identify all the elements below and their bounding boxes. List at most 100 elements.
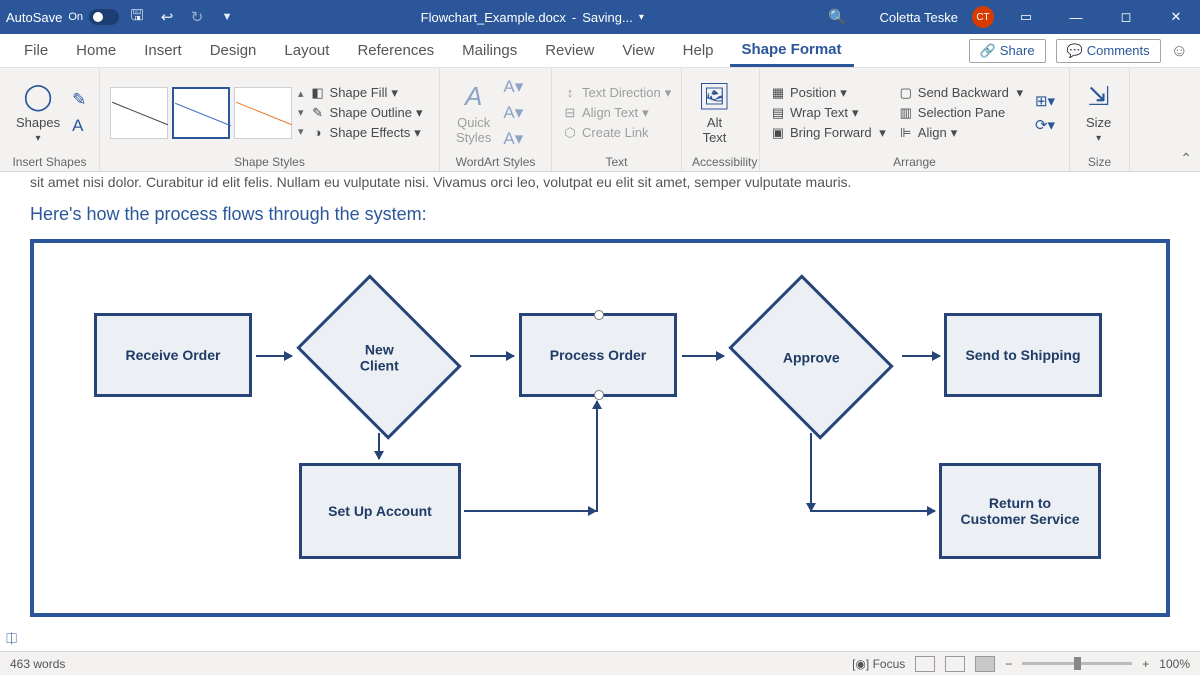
- quick-styles-button[interactable]: A Quick Styles: [450, 79, 497, 147]
- create-link-button[interactable]: ⬡Create Link: [562, 123, 671, 143]
- arrow-3[interactable]: [682, 355, 724, 357]
- comment-icon: 💬: [1067, 43, 1083, 59]
- word-count[interactable]: 463 words: [10, 657, 65, 671]
- pane-icon: ▥: [898, 105, 914, 121]
- chevron-down-icon: ▾: [1096, 133, 1101, 144]
- wordart-icon: A: [465, 81, 482, 112]
- arrow-1[interactable]: [256, 355, 292, 357]
- read-mode-icon[interactable]: [915, 656, 935, 672]
- arrow-2[interactable]: [470, 355, 514, 357]
- style-thumb-3[interactable]: [234, 87, 292, 139]
- style-gallery[interactable]: [110, 87, 292, 139]
- ribbon-display-icon[interactable]: ▭: [1008, 0, 1044, 34]
- print-layout-icon[interactable]: [945, 656, 965, 672]
- node-process-order[interactable]: Process Order: [519, 313, 677, 397]
- minimize-icon[interactable]: —: [1058, 0, 1094, 34]
- group-label: Text: [562, 153, 671, 169]
- group-icon[interactable]: ⊞▾: [1035, 92, 1055, 110]
- autosave-state: On: [68, 11, 83, 23]
- share-button[interactable]: 🔗Share: [969, 39, 1046, 63]
- alt-text-icon: 🖼: [698, 81, 731, 112]
- text-box-icon[interactable]: A: [72, 116, 86, 136]
- redo-icon[interactable]: ↻: [189, 9, 205, 25]
- tab-view[interactable]: View: [610, 36, 666, 65]
- node-approve[interactable]: Approve: [728, 274, 893, 439]
- zoom-out-icon[interactable]: −: [1005, 657, 1012, 671]
- tab-references[interactable]: References: [345, 36, 446, 65]
- align-text-button[interactable]: ⊟Align Text ▾: [562, 103, 671, 123]
- group-insert-shapes: ◯ Shapes ▾ ✎ A Insert Shapes: [0, 68, 100, 171]
- chevron-down-icon[interactable]: ▾: [639, 12, 644, 23]
- alt-text-button[interactable]: 🖼 Alt Text: [692, 79, 737, 147]
- shapes-button[interactable]: ◯ Shapes ▾: [10, 79, 66, 146]
- align-icon: ⊟: [562, 105, 578, 121]
- intro-text: Here's how the process flows through the…: [0, 192, 1200, 233]
- node-new-client[interactable]: New Client: [296, 274, 461, 439]
- document-area: sit amet nisi dolor. Curabitur id elit f…: [0, 172, 1200, 651]
- send-backward-button[interactable]: ▢Send Backward ▾: [898, 83, 1023, 103]
- selection-pane-button[interactable]: ▥Selection Pane: [898, 103, 1023, 123]
- smiley-icon[interactable]: ☺: [1171, 41, 1188, 61]
- wordart-cmds: A▾ A▾ A▾: [503, 77, 523, 149]
- arrow-5[interactable]: [378, 433, 380, 459]
- toggle-icon[interactable]: [89, 9, 119, 25]
- gallery-spinner[interactable]: ▴▾▾: [298, 87, 304, 138]
- tab-design[interactable]: Design: [198, 36, 269, 65]
- shapes-label: Shapes: [16, 115, 60, 130]
- zoom-slider[interactable]: [1022, 662, 1132, 665]
- shape-outline-button[interactable]: ✎Shape Outline ▾: [310, 103, 423, 123]
- user-avatar[interactable]: CT: [972, 6, 994, 28]
- tab-mailings[interactable]: Mailings: [450, 36, 529, 65]
- zoom-level[interactable]: 100%: [1159, 657, 1190, 671]
- node-receive-order[interactable]: Receive Order: [94, 313, 252, 397]
- tab-review[interactable]: Review: [533, 36, 606, 65]
- node-setup-account[interactable]: Set Up Account: [299, 463, 461, 559]
- maximize-icon[interactable]: ◻: [1108, 0, 1144, 34]
- bring-forward-button[interactable]: ▣Bring Forward ▾: [770, 123, 886, 143]
- shape-style-cmds: ◧Shape Fill ▾ ✎Shape Outline ▾ ◑Shape Ef…: [310, 83, 423, 143]
- shape-effects-button[interactable]: ◑Shape Effects ▾: [310, 123, 423, 143]
- wrap-icon: ▤: [770, 105, 786, 121]
- arrow-6b[interactable]: [596, 401, 598, 512]
- arrow-7b[interactable]: [810, 510, 935, 512]
- text-outline-icon[interactable]: A▾: [503, 103, 523, 123]
- status-bar: 463 words [◉] Focus − + 100%: [0, 651, 1200, 675]
- text-effects-icon[interactable]: A▾: [503, 129, 523, 149]
- close-icon[interactable]: ✕: [1158, 0, 1194, 34]
- tab-layout[interactable]: Layout: [272, 36, 341, 65]
- web-layout-icon[interactable]: [975, 656, 995, 672]
- autosave-toggle[interactable]: AutoSave On: [6, 9, 119, 25]
- search-icon[interactable]: 🔍: [829, 9, 845, 25]
- node-send-shipping[interactable]: Send to Shipping: [944, 313, 1102, 397]
- rotate-icon[interactable]: ⟳▾: [1035, 116, 1055, 134]
- tab-help[interactable]: Help: [671, 36, 726, 65]
- group-accessibility: 🖼 Alt Text Accessibility: [682, 68, 760, 171]
- wrap-text-button[interactable]: ▤Wrap Text ▾: [770, 103, 886, 123]
- user-name[interactable]: Coletta Teske: [879, 10, 958, 25]
- shape-fill-button[interactable]: ◧Shape Fill ▾: [310, 83, 423, 103]
- chevron-down-icon[interactable]: ▼: [219, 9, 235, 25]
- undo-icon[interactable]: ↩: [159, 9, 175, 25]
- align-button[interactable]: ⊫Align ▾: [898, 123, 1023, 143]
- position-button[interactable]: ▦Position ▾: [770, 83, 886, 103]
- zoom-in-icon[interactable]: +: [1142, 657, 1149, 671]
- comments-button[interactable]: 💬Comments: [1056, 39, 1161, 63]
- tab-shape-format[interactable]: Shape Format: [730, 35, 854, 67]
- group-label: Arrange: [770, 153, 1059, 169]
- save-icon[interactable]: 🖫: [129, 9, 145, 25]
- node-return-service[interactable]: Return to Customer Service: [939, 463, 1101, 559]
- drawing-canvas[interactable]: Receive Order New Client Process Order A…: [30, 239, 1170, 617]
- tab-insert[interactable]: Insert: [132, 36, 194, 65]
- text-fill-icon[interactable]: A▾: [503, 77, 523, 97]
- titlebar-right: 🔍 Coletta Teske CT ▭ — ◻ ✕: [829, 0, 1194, 34]
- collapse-ribbon-icon[interactable]: ⌃: [1180, 150, 1192, 167]
- size-button[interactable]: ⇲ Size ▾: [1080, 79, 1117, 146]
- style-thumb-1[interactable]: [110, 87, 168, 139]
- text-direction-button[interactable]: ↕Text Direction ▾: [562, 83, 671, 103]
- focus-button[interactable]: [◉] Focus: [852, 657, 905, 671]
- style-thumb-2[interactable]: [172, 87, 230, 139]
- tab-file[interactable]: File: [12, 36, 60, 65]
- tab-home[interactable]: Home: [64, 36, 128, 65]
- arrow-4[interactable]: [902, 355, 940, 357]
- edit-shape-icon[interactable]: ✎: [72, 90, 86, 110]
